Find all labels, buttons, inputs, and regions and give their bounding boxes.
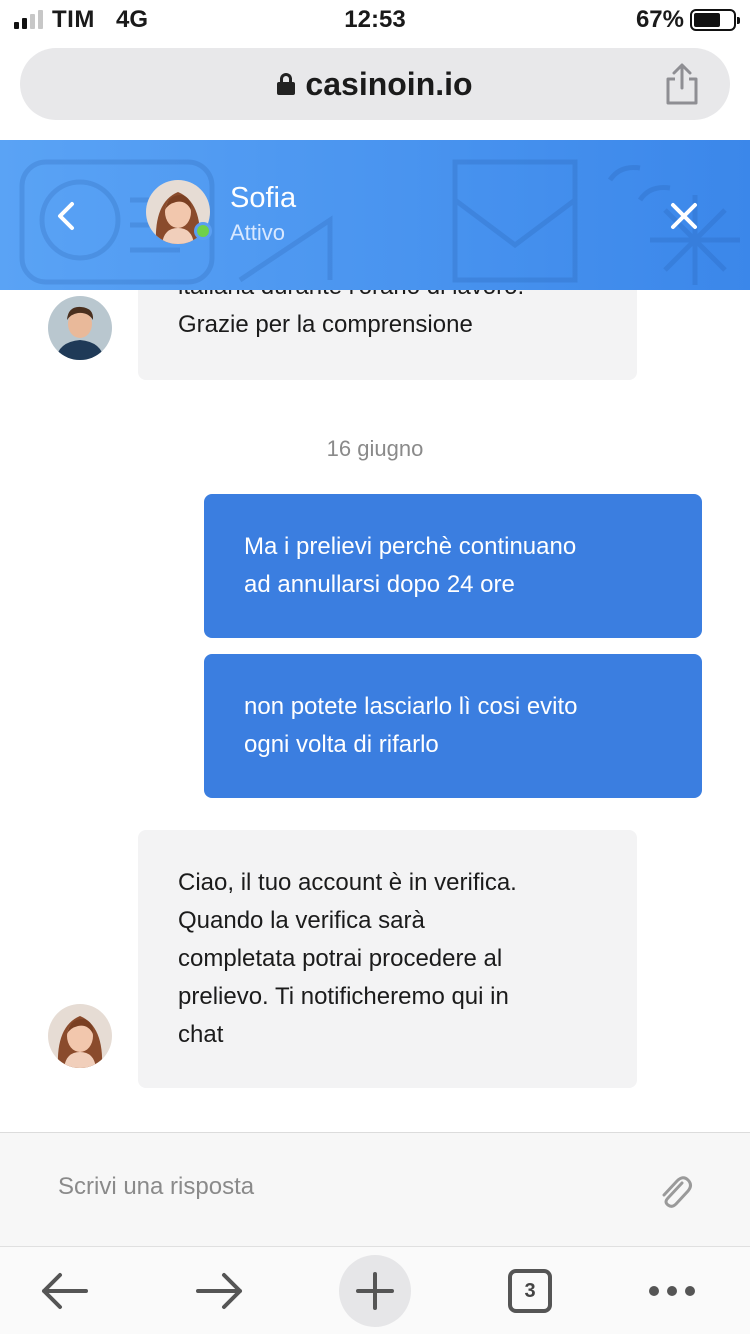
message-bubble-agent: Ciao, il tuo account è in verifica. Quan… (138, 830, 637, 1088)
message-line: Grazie per la comprensione (178, 311, 473, 338)
url-text[interactable]: casinoin.io (305, 66, 472, 103)
back-chevron-icon[interactable] (44, 194, 88, 238)
message-line: completata potrai procedere al (178, 945, 503, 972)
browser-toolbar: 3 (0, 1246, 750, 1334)
tabs-count: 3 (508, 1269, 552, 1313)
paperclip-icon[interactable] (654, 1171, 694, 1211)
agent-avatar-small (48, 1004, 112, 1068)
agent-status: Attivo (230, 220, 286, 245)
more-dots-icon (649, 1286, 695, 1296)
nav-back-button[interactable] (28, 1255, 100, 1327)
message-line: non potete lasciarlo lì cosi evito (244, 693, 578, 720)
message-line: chat (178, 1021, 224, 1048)
lock-icon (277, 73, 296, 95)
message-bubble-user: Ma i prelievi perchè continuano ad annul… (204, 494, 702, 638)
online-status-dot (194, 222, 212, 240)
message-bubble-user: non potete lasciarlo lì cosi evito ogni … (204, 654, 702, 798)
battery-icon (690, 9, 740, 31)
message-line: Ciao, il tuo account è in verifica. (178, 869, 517, 896)
new-tab-button[interactable] (339, 1255, 411, 1327)
message-line: italiana durante l'orario di lavoro. (178, 290, 597, 306)
status-bar: TIM 4G 12:53 67% (0, 0, 750, 40)
arrow-right-icon (196, 1273, 242, 1309)
message-line: Quando la verifica sarà (178, 907, 425, 934)
operator-avatar (48, 296, 112, 360)
address-bar[interactable]: casinoin.io (20, 48, 730, 120)
header-pattern (19, 159, 740, 285)
plus-icon (356, 1272, 394, 1310)
message-composer[interactable]: Scrivi una risposta (0, 1132, 750, 1246)
arrow-left-icon (42, 1273, 88, 1309)
message-line: Ma i prelievi perchè continuano (244, 533, 577, 560)
close-icon[interactable] (668, 200, 700, 232)
battery-percent: 67% (635, 6, 684, 33)
reply-input[interactable]: Scrivi una risposta (58, 1173, 254, 1201)
chat-header: Sofia Attivo (0, 140, 750, 290)
message-line: prelievo. Ti notificheremo qui in (178, 983, 509, 1010)
date-separator: 16 giugno (326, 436, 424, 461)
tabs-button[interactable]: 3 (494, 1255, 566, 1327)
more-button[interactable] (636, 1255, 708, 1327)
message-line: ogni volta di rifarlo (244, 731, 439, 758)
message-list[interactable]: italiana durante l'orario di lavoro. Gra… (0, 290, 750, 1132)
message-bubble-agent: italiana durante l'orario di lavoro. Gra… (138, 290, 637, 380)
nav-forward-button[interactable] (184, 1255, 256, 1327)
message-line: ad annullarsi dopo 24 ore (244, 571, 515, 598)
agent-name: Sofia (230, 182, 297, 214)
share-icon[interactable] (662, 62, 702, 106)
